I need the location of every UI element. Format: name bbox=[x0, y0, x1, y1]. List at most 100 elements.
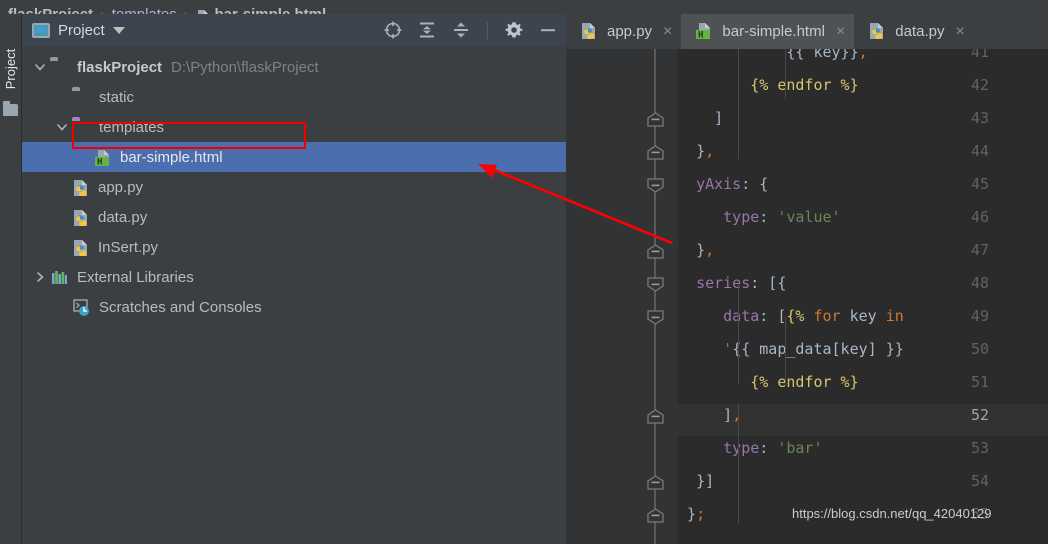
tree-item-label: flaskProject bbox=[77, 58, 163, 76]
tree-item-insert-py[interactable]: InSert.py bbox=[22, 232, 566, 262]
code-token: : [{ bbox=[750, 274, 787, 292]
code-token: ; bbox=[696, 505, 706, 523]
tab-bar-simple-html[interactable]: H bar-simple.html × bbox=[681, 14, 855, 49]
indent-guide bbox=[785, 49, 786, 99]
folder-icon bbox=[3, 101, 18, 116]
fold-marker-start[interactable] bbox=[647, 277, 664, 292]
tree-item-app-py[interactable]: app.py bbox=[22, 172, 566, 202]
line-number: 50 bbox=[970, 340, 989, 358]
code-token: } bbox=[696, 241, 706, 259]
tab-data-py[interactable]: data.py × bbox=[854, 14, 974, 49]
line-number: 45 bbox=[970, 175, 989, 193]
code-editor[interactable]: 41 42 43 44 45 46 47 48 49 50 51 52 53 54 55 {{ key}},… bbox=[566, 49, 1048, 544]
tool-window-button-project[interactable]: Project bbox=[0, 35, 22, 103]
code-line-48[interactable]: series: [{ bbox=[678, 274, 786, 292]
chevron-right-icon[interactable] bbox=[34, 271, 46, 283]
collapse-all-icon[interactable] bbox=[451, 20, 471, 40]
chevron-down-icon[interactable] bbox=[112, 26, 125, 34]
code-token: , bbox=[858, 49, 868, 61]
tree-item-scratches-and-consoles[interactable]: Scratches and Consoles bbox=[22, 292, 566, 322]
code-line-54[interactable]: }] bbox=[678, 472, 714, 490]
project-panel-actions bbox=[383, 20, 558, 40]
code-line-53[interactable]: type: 'bar' bbox=[678, 439, 823, 457]
breadcrumb-separator: › bbox=[100, 6, 105, 14]
code-token: {% endfor %} bbox=[750, 373, 859, 391]
code-line-44[interactable]: }, bbox=[678, 142, 714, 160]
tree-item-templates[interactable]: templates bbox=[22, 112, 566, 142]
breadcrumb-segment-project[interactable]: flaskProject bbox=[8, 7, 93, 14]
chevron-down-icon[interactable] bbox=[34, 61, 46, 73]
code-token: yAxis bbox=[696, 175, 742, 193]
line-number: 54 bbox=[970, 472, 989, 490]
tree-item-label: app.py bbox=[98, 178, 144, 196]
code-line-50[interactable]: '{{ map_data[key] }} bbox=[678, 340, 904, 358]
code-line-52[interactable]: ], bbox=[678, 406, 741, 424]
fold-marker-end[interactable] bbox=[647, 508, 664, 523]
expand-all-icon[interactable] bbox=[417, 20, 437, 40]
breadcrumb-segment-file[interactable]: bar-simple.html bbox=[214, 7, 326, 14]
select-opened-file-icon[interactable] bbox=[383, 20, 403, 40]
code-token: 'bar' bbox=[777, 439, 823, 457]
breadcrumb-segment-templates[interactable]: templates bbox=[112, 7, 177, 14]
code-line-42[interactable]: {% endfor %} bbox=[678, 76, 859, 94]
code-line-55[interactable]: }; bbox=[678, 505, 705, 523]
fold-marker-end[interactable] bbox=[647, 112, 664, 127]
code-line-45[interactable]: yAxis: { bbox=[678, 175, 768, 193]
watermark-text: https://blog.csdn.net/qq_42040129 bbox=[792, 506, 992, 521]
code-token: : [ bbox=[759, 307, 787, 325]
editor-tab-bar: app.py × H bar-simple.html × data.py × bbox=[566, 14, 1048, 49]
fold-marker-start[interactable] bbox=[647, 310, 664, 325]
close-icon[interactable]: × bbox=[663, 23, 672, 40]
tree-item-flaskproject[interactable]: flaskProject D:\Python\flaskProject bbox=[22, 52, 566, 82]
code-token: : bbox=[759, 439, 778, 457]
tree-item-external-libraries[interactable]: External Libraries bbox=[22, 262, 566, 292]
close-icon[interactable]: × bbox=[955, 23, 964, 40]
line-number: 41 bbox=[970, 49, 989, 61]
tree-item-label: templates bbox=[99, 118, 165, 136]
fold-marker-end[interactable] bbox=[647, 475, 664, 490]
tree-item-label: static bbox=[99, 88, 135, 106]
tree-item-static[interactable]: static bbox=[22, 82, 566, 112]
line-number: 44 bbox=[970, 142, 989, 160]
code-line-41[interactable]: {{ key}}, bbox=[678, 49, 868, 61]
indent-guide bbox=[738, 284, 739, 384]
code-token: data bbox=[723, 307, 760, 325]
tree-item-label: InSert.py bbox=[98, 238, 159, 256]
code-line-49[interactable]: data: [{% for key in bbox=[678, 307, 904, 325]
code-line-47[interactable]: }, bbox=[678, 241, 714, 259]
left-tool-strip: Project bbox=[0, 14, 22, 544]
code-line-51[interactable]: {% endfor %} bbox=[678, 373, 859, 391]
svg-text:H: H bbox=[97, 157, 102, 167]
fold-marker-end[interactable] bbox=[647, 244, 664, 259]
line-number: 49 bbox=[970, 307, 989, 325]
code-token: series bbox=[696, 274, 751, 292]
chevron-down-icon[interactable] bbox=[56, 121, 68, 133]
hide-panel-icon[interactable] bbox=[538, 20, 558, 40]
code-token: {% endfor %} bbox=[750, 76, 859, 94]
indent-guide bbox=[785, 317, 786, 385]
code-token: ' bbox=[723, 340, 733, 358]
tree-item-bar-simple-html[interactable]: H bar-simple.html bbox=[22, 142, 566, 172]
code-token: , bbox=[705, 241, 715, 259]
panel-title: Project bbox=[58, 21, 105, 39]
fold-marker-end[interactable] bbox=[647, 145, 664, 160]
fold-marker-start[interactable] bbox=[647, 178, 664, 193]
breadcrumb-separator: › bbox=[183, 6, 189, 14]
line-number: 47 bbox=[970, 241, 989, 259]
editor-area: app.py × H bar-simple.html × data.py × 4… bbox=[566, 14, 1048, 544]
settings-gear-icon[interactable] bbox=[504, 20, 524, 40]
tab-app-py[interactable]: app.py × bbox=[566, 14, 681, 49]
folder-icon bbox=[72, 88, 92, 106]
breadcrumb: flaskProject › templates › H bar-simple.… bbox=[0, 0, 1048, 14]
code-line-43[interactable]: ] bbox=[678, 109, 723, 127]
indent-guide bbox=[738, 49, 739, 159]
close-icon[interactable]: × bbox=[836, 23, 845, 40]
code-line-46[interactable]: type: 'value' bbox=[678, 208, 840, 226]
fold-marker-end[interactable] bbox=[647, 409, 664, 424]
tree-item-data-py[interactable]: data.py bbox=[22, 202, 566, 232]
